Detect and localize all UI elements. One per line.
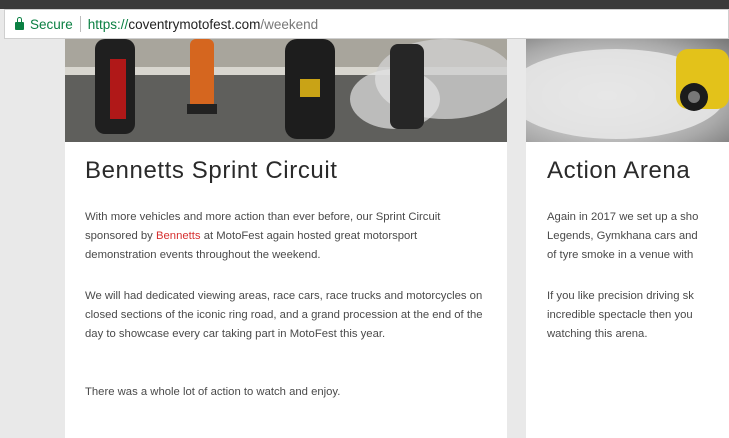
- bennetts-link[interactable]: Bennetts: [156, 230, 201, 242]
- card-paragraph: If you like precision driving sk incredib…: [547, 287, 729, 344]
- card-paragraph: We will had dedicated viewing areas, rac…: [85, 290, 483, 340]
- address-bar[interactable]: Secure https://coventrymotofest.com/week…: [4, 9, 729, 39]
- paragraph-line: incredible spectacle then you: [547, 309, 693, 321]
- url-text[interactable]: https://coventrymotofest.com/weekend: [88, 17, 318, 32]
- address-separator: [79, 16, 81, 32]
- paragraph-line: Legends, Gymkhana cars and: [547, 230, 698, 242]
- drift-car-illustration: [526, 49, 729, 139]
- sprint-circuit-card: Bennetts Sprint Circuit With more vehicl…: [65, 39, 507, 438]
- paragraph-line: Again in 2017 we set up a sho: [547, 211, 699, 223]
- card-paragraph: There was a whole lot of action to watch…: [85, 386, 341, 398]
- browser-top-edge: [0, 0, 729, 9]
- card-paragraph: Again in 2017 we set up a sho Legends, Gy…: [547, 208, 729, 265]
- url-host: coventrymotofest.com: [128, 16, 261, 32]
- secure-label: Secure: [30, 16, 73, 32]
- paragraph-line: watching this arena.: [547, 328, 648, 340]
- paragraph-line: of tyre smoke in a venue with: [547, 249, 694, 261]
- lock-icon: [15, 17, 24, 30]
- card-title: Bennetts Sprint Circuit: [85, 157, 338, 184]
- url-scheme: https://: [87, 16, 129, 32]
- card-paragraph: With more vehicles and more action than …: [85, 208, 490, 265]
- drift-car-photo: [526, 39, 729, 142]
- motorcycles-illustration: [65, 39, 507, 142]
- url-path: /weekend: [260, 16, 319, 32]
- action-arena-card: Action Arena Again in 2017 we set up a s…: [526, 39, 729, 438]
- card-title: Action Arena: [547, 157, 691, 184]
- paragraph-line: If you like precision driving sk: [547, 290, 694, 302]
- motorcycles-photo: [65, 39, 507, 142]
